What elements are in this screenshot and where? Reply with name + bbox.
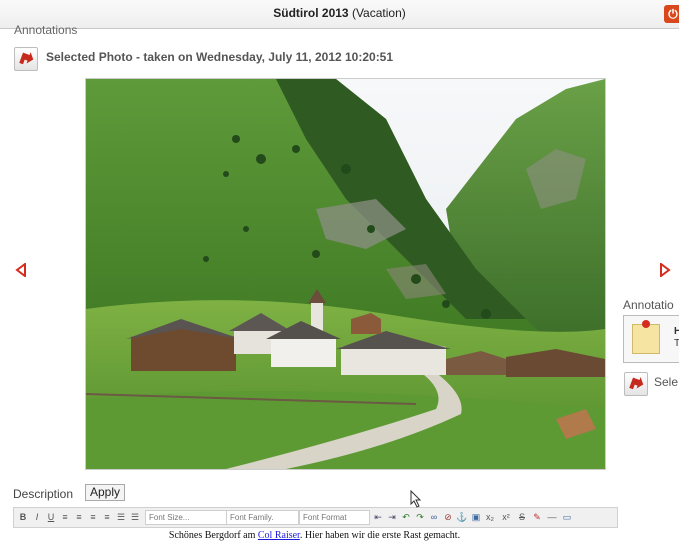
previous-arrow-icon[interactable] <box>15 262 27 282</box>
editor-toolbar: B I U ≡ ≡ ≡ ≡ ☰ ☰ Font Size... Font Fami… <box>13 507 618 528</box>
side-annotations-heading: Annotatio <box>623 298 674 312</box>
align-right-icon[interactable]: ≡ <box>86 510 100 524</box>
font-size-select[interactable]: Font Size... <box>145 510 227 525</box>
next-arrow-icon[interactable] <box>659 262 671 282</box>
underline-button[interactable]: U <box>44 510 58 524</box>
selected-photo[interactable] <box>85 78 606 470</box>
indent-icon[interactable]: ⇥ <box>385 510 399 524</box>
col-raiser-link[interactable]: Col Raiser <box>258 530 300 541</box>
annotation-card[interactable]: H T <box>623 315 679 363</box>
bold-button[interactable]: B <box>16 510 30 524</box>
description-text-before: Schönes Bergdorf am <box>168 530 258 541</box>
mouse-cursor-icon <box>410 489 422 513</box>
album-title: Südtirol 2013 <box>273 6 349 20</box>
cleanup-icon[interactable]: ✎ <box>530 510 544 524</box>
align-justify-icon[interactable]: ≡ <box>100 510 114 524</box>
italic-button[interactable]: I <box>30 510 44 524</box>
title-bar: Südtirol 2013 (Vacation) ⏻ <box>0 0 679 29</box>
note-icon <box>632 324 660 354</box>
outdent-icon[interactable]: ⇤ <box>371 510 385 524</box>
unlink-icon[interactable]: ⊘ <box>441 510 455 524</box>
description-editor[interactable]: Schönes Bergdorf am Col Raiser. Hier hab… <box>13 530 616 541</box>
description-label: Description <box>13 487 74 501</box>
bullet-list-icon[interactable]: ☰ <box>114 510 128 524</box>
align-center-icon[interactable]: ≡ <box>72 510 86 524</box>
horizontal-rule-icon[interactable]: ― <box>545 510 559 524</box>
pin-icon <box>642 320 650 328</box>
side-select-label: Sele <box>654 375 679 389</box>
code-icon[interactable]: ▭ <box>560 510 574 524</box>
selected-photo-label: Selected Photo - taken on Wednesday, Jul… <box>46 50 394 64</box>
superscript-button[interactable]: x² <box>499 510 513 524</box>
description-text-after: . Hier haben wir die erste Rast gemacht. <box>299 530 461 541</box>
anchor-icon[interactable]: ⚓ <box>455 510 469 524</box>
strikethrough-button[interactable]: S <box>515 510 529 524</box>
card-text: T <box>674 338 679 349</box>
font-family-select[interactable]: Font Family. <box>226 510 299 525</box>
image-icon[interactable]: ▣ <box>469 510 483 524</box>
numbered-list-icon[interactable]: ☰ <box>128 510 142 524</box>
card-title: H <box>674 326 679 337</box>
align-left-icon[interactable]: ≡ <box>58 510 72 524</box>
link-icon[interactable]: ∞ <box>427 510 441 524</box>
album-type: (Vacation) <box>348 6 406 20</box>
side-select-arrow-icon[interactable] <box>624 372 648 396</box>
apply-button[interactable]: Apply <box>85 484 126 501</box>
annotations-heading: Annotations <box>14 23 78 34</box>
font-format-select[interactable]: Font Format <box>299 510 370 525</box>
subscript-button[interactable]: x₂ <box>483 510 497 524</box>
window-title: Südtirol 2013 (Vacation) <box>0 6 679 20</box>
power-icon[interactable]: ⏻ <box>664 5 679 23</box>
select-arrow-icon[interactable] <box>14 47 38 71</box>
